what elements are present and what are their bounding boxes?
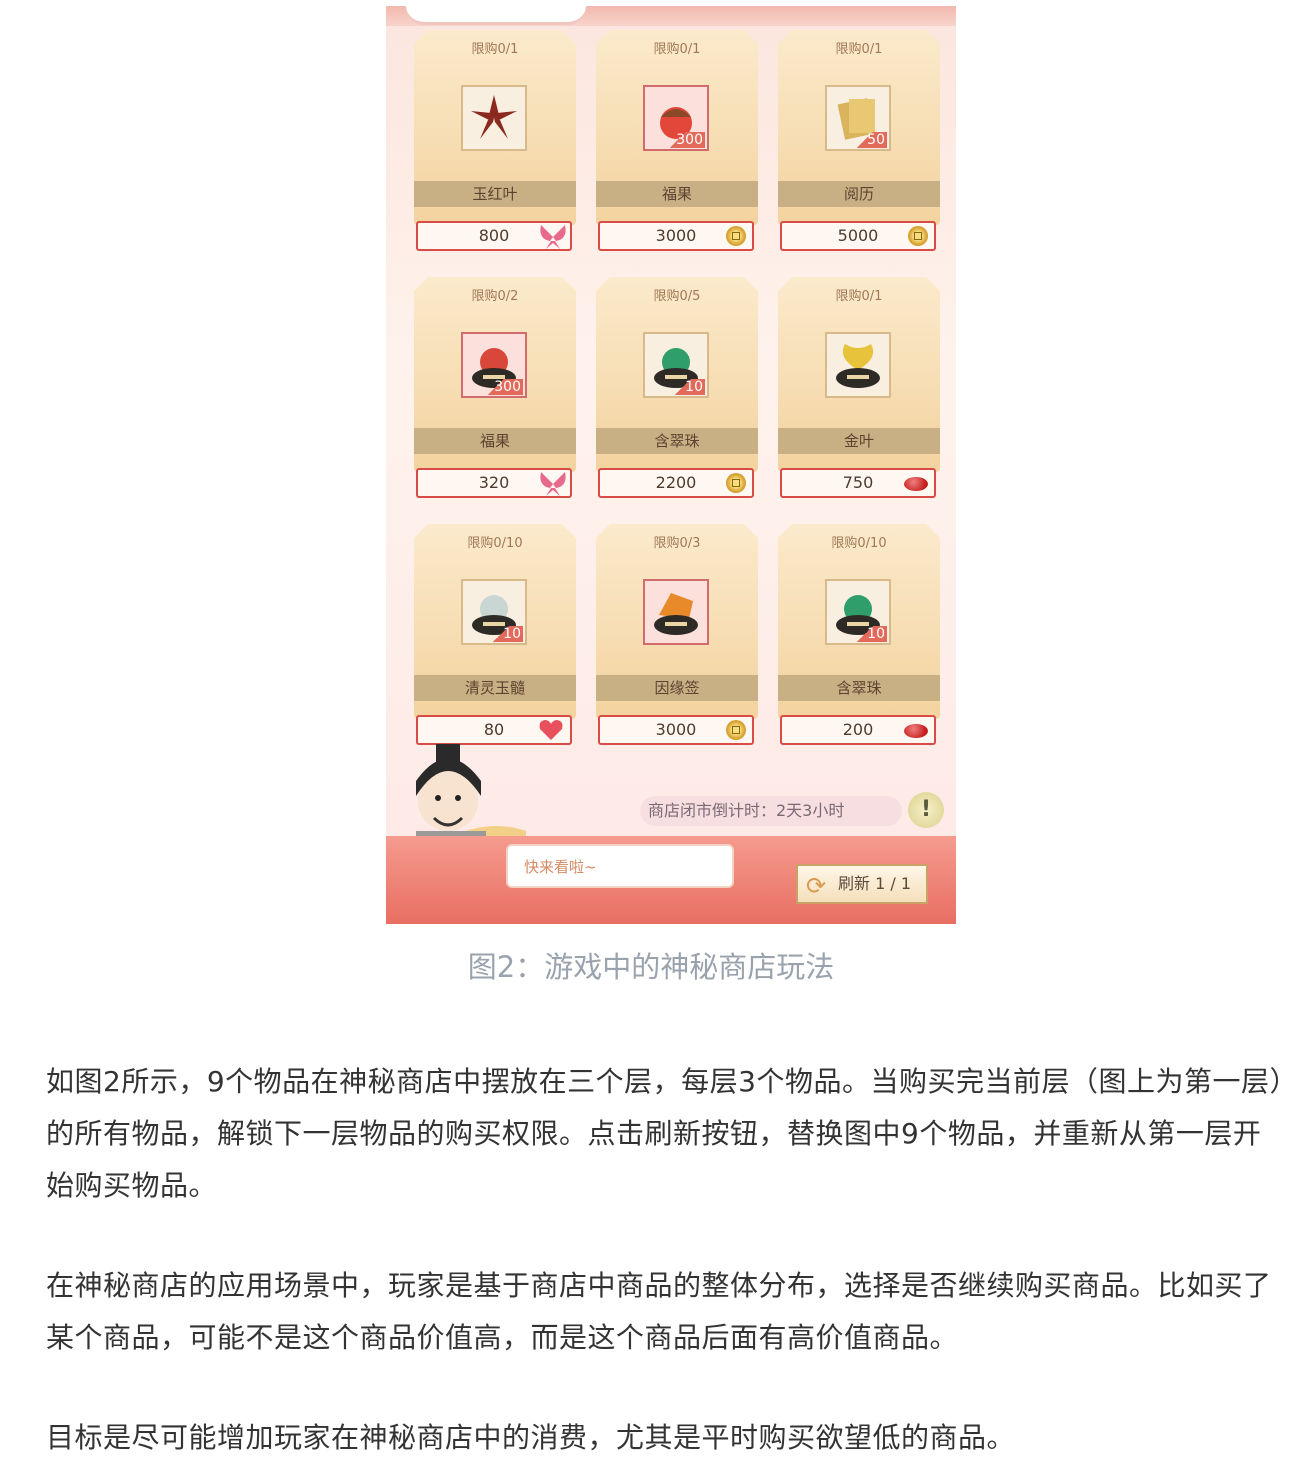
shop-item-card[interactable]: 限购0/2 300 福果 320: [414, 277, 576, 498]
purchase-limit: 限购0/1: [835, 42, 883, 57]
green-bead-icon: 10: [825, 579, 891, 645]
item-name: 因缘签: [596, 675, 758, 701]
red-fruit-bowl-icon: 300: [461, 332, 527, 398]
shop-item-card[interactable]: 限购0/5 10 含翠珠 2200: [596, 277, 758, 498]
item-quantity: 10: [853, 626, 887, 642]
butterfly-icon: [540, 225, 566, 249]
shop-close-countdown: 商店闭市倒计时：2天3小时: [640, 796, 902, 826]
purchase-limit: 限购0/2: [471, 289, 519, 304]
paragraph-3: 目标是尽可能增加玩家在神秘商店中的消费，尤其是平时购买欲望低的商品。: [46, 1421, 1016, 1454]
shop-item-card[interactable]: 限购0/1 金叶 750: [778, 277, 940, 498]
bean-icon: [904, 724, 928, 738]
item-name: 玉红叶: [414, 181, 576, 207]
white-jade-icon: 10: [461, 579, 527, 645]
purchase-limit: 限购0/1: [653, 42, 701, 57]
buy-price-button[interactable]: 800: [416, 221, 572, 251]
purchase-limit: 限购0/1: [835, 289, 883, 304]
price-value: 2200: [655, 473, 697, 492]
paragraph-2: 在神秘商店的应用场景中，玩家是基于商店中商品的整体分布，选择是否继续购买商品。比…: [46, 1269, 1272, 1354]
shop-item-card[interactable]: 限购0/10 10 含翠珠 200: [778, 524, 940, 745]
shop-item-card[interactable]: 限购0/1 50 阅历 5000: [778, 30, 940, 251]
purchase-limit: 限购0/5: [653, 289, 701, 304]
coin-icon: [726, 226, 746, 246]
info-icon[interactable]: !: [908, 792, 944, 828]
buy-price-button[interactable]: 750: [780, 468, 936, 498]
heart-icon: [539, 720, 563, 740]
coin-icon: [726, 720, 746, 740]
purchase-limit: 限购0/3: [653, 536, 701, 551]
item-name: 含翠珠: [596, 428, 758, 454]
buy-price-button[interactable]: 5000: [780, 221, 936, 251]
bean-icon: [904, 477, 928, 491]
price-value: 5000: [837, 226, 879, 245]
buy-price-button[interactable]: 320: [416, 468, 572, 498]
coin-icon: [908, 226, 928, 246]
buy-price-button[interactable]: 3000: [598, 221, 754, 251]
green-bead-icon: 10: [643, 332, 709, 398]
item-name: 福果: [414, 428, 576, 454]
book-icon: 50: [825, 85, 891, 151]
item-name: 含翠珠: [778, 675, 940, 701]
price-value: 800: [478, 226, 510, 245]
item-quantity: 300: [662, 132, 705, 148]
purchase-limit: 限购0/10: [467, 536, 523, 551]
item-quantity: 300: [480, 379, 523, 395]
game-screenshot: 限购0/1 玉红叶 800 限购0/1 300 福果 3000 限购0/1 50 阅历 5000 限购…: [386, 6, 956, 924]
shop-top-banner: [386, 6, 956, 26]
red-fruit-icon: 300: [643, 85, 709, 151]
shop-item-card[interactable]: 限购0/1 玉红叶 800: [414, 30, 576, 251]
item-name: 清灵玉髓: [414, 675, 576, 701]
merchant-speech-bubble: 快来看啦~: [506, 844, 734, 888]
price-value: 320: [478, 473, 510, 492]
item-name: 福果: [596, 181, 758, 207]
star-anise-icon: [461, 85, 527, 151]
purchase-limit: 限购0/10: [831, 536, 887, 551]
item-quantity: 10: [671, 379, 705, 395]
figure-caption: 图2：游戏中的神秘商店玩法: [467, 950, 835, 984]
buy-price-button[interactable]: 3000: [598, 715, 754, 745]
ginkgo-leaf-icon: [825, 332, 891, 398]
paragraph-1: 如图2所示，9个物品在神秘商店中摆放在三个层，每层3个物品。当购买完当前层（图上…: [46, 1065, 1284, 1202]
price-value: 3000: [655, 226, 697, 245]
shop-item-card[interactable]: 限购0/10 10 清灵玉髓 80: [414, 524, 576, 745]
shop-item-card[interactable]: 限购0/3 因缘签 3000: [596, 524, 758, 745]
buy-price-button[interactable]: 200: [780, 715, 936, 745]
orange-gem-icon: [643, 579, 709, 645]
item-name: 阅历: [778, 181, 940, 207]
price-value: 3000: [655, 720, 697, 739]
price-value: 200: [842, 720, 874, 739]
item-name: 金叶: [778, 428, 940, 454]
item-quantity: 50: [853, 132, 887, 148]
buy-price-button[interactable]: 2200: [598, 468, 754, 498]
butterfly-icon: [540, 472, 566, 496]
coin-icon: [726, 473, 746, 493]
item-quantity: 10: [489, 626, 523, 642]
price-value: 750: [842, 473, 874, 492]
refresh-button[interactable]: 刷新 1 / 1: [796, 864, 928, 904]
shop-item-card[interactable]: 限购0/1 300 福果 3000: [596, 30, 758, 251]
purchase-limit: 限购0/1: [471, 42, 519, 57]
